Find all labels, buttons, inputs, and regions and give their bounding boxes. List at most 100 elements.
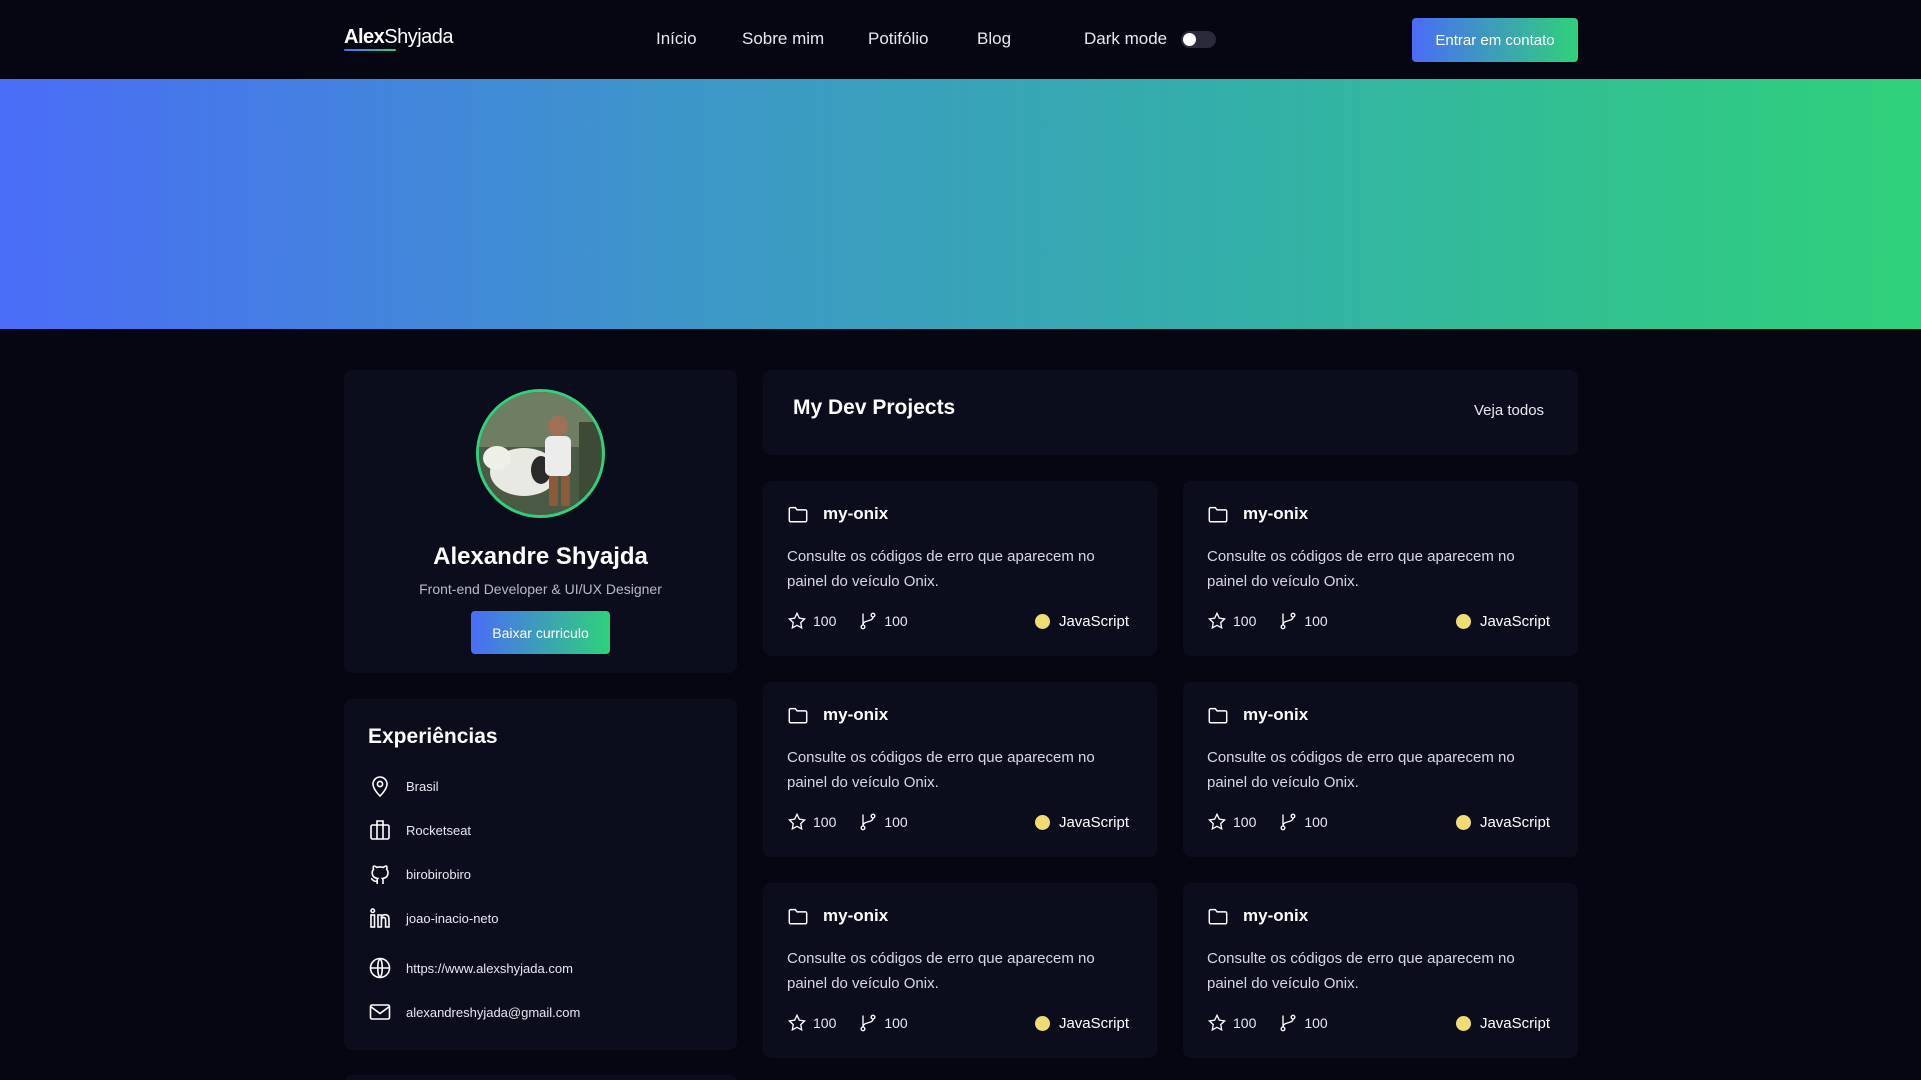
project-description: Consulte os códigos de erro que aparecem… — [787, 950, 1095, 992]
project-language: JavaScript — [1034, 613, 1129, 630]
experience-item-location: Brasil — [368, 773, 439, 799]
star-icon — [787, 611, 807, 630]
star-count: 100 — [1233, 814, 1257, 830]
language-name: JavaScript — [1479, 613, 1550, 630]
language-name: JavaScript — [1058, 814, 1129, 831]
star-count: 100 — [1233, 1015, 1257, 1031]
project-card[interactable]: my-onix Consulte os códigos de erro que … — [1183, 682, 1578, 857]
building-icon — [370, 820, 390, 840]
experiences-title: Experiências — [368, 725, 498, 748]
project-name: my-onix — [823, 705, 889, 724]
nav-blog[interactable]: Blog — [977, 29, 1011, 49]
nav-sobre-mim[interactable]: Sobre mim — [742, 29, 824, 49]
hero-banner — [0, 79, 1921, 329]
project-name: my-onix — [1243, 504, 1309, 523]
nav-portfolio[interactable]: Potifólio — [868, 29, 928, 49]
folder-icon — [1208, 908, 1228, 925]
project-stats: 100 100 — [787, 611, 930, 631]
project-card[interactable]: my-onix Consulte os códigos de erro que … — [763, 481, 1157, 656]
project-name: my-onix — [1243, 906, 1309, 925]
project-description: Consulte os códigos de erro que aparecem… — [1207, 548, 1515, 590]
fork-count: 100 — [884, 1015, 908, 1031]
star-count: 100 — [813, 613, 837, 629]
avatar — [476, 389, 605, 518]
language-color-dot — [1034, 1016, 1050, 1031]
project-title: my-onix — [787, 704, 888, 726]
project-name: my-onix — [823, 504, 889, 523]
experience-item-website[interactable]: https://www.alexshyjada.com — [368, 955, 573, 981]
projects-title: My Dev Projects — [793, 396, 956, 419]
git-branch-icon — [1280, 1014, 1296, 1032]
toggle-knob — [1183, 33, 1196, 46]
logo-underline — [344, 49, 396, 51]
logo-text-first: Alex — [344, 26, 385, 48]
language-color-dot — [1455, 614, 1471, 629]
project-stats: 100 100 — [787, 812, 930, 832]
project-description: Consulte os códigos de erro que aparecem… — [1207, 950, 1515, 992]
project-card[interactable]: my-onix Consulte os códigos de erro que … — [1183, 481, 1578, 656]
git-branch-icon — [860, 813, 876, 831]
language-color-dot — [1034, 614, 1050, 629]
project-card[interactable]: my-onix Consulte os códigos de erro que … — [763, 883, 1157, 1058]
star-icon — [1207, 1013, 1227, 1032]
language-color-dot — [1455, 1016, 1471, 1031]
experience-text: joao-inacio-neto — [406, 910, 499, 926]
star-count: 100 — [1233, 613, 1257, 629]
fork-count: 100 — [884, 613, 908, 629]
folder-icon — [788, 506, 808, 523]
experience-text: alexandreshyjada@gmail.com — [406, 1004, 581, 1020]
project-title: my-onix — [787, 503, 888, 525]
project-language: JavaScript — [1455, 1015, 1550, 1032]
profile-name: Alexandre Shyajda — [433, 543, 648, 570]
see-all-link[interactable]: Veja todos — [1474, 402, 1544, 419]
git-branch-icon — [1280, 612, 1296, 630]
project-stats: 100 100 — [1207, 611, 1350, 631]
language-color-dot — [1034, 815, 1050, 830]
experience-item-linkedin[interactable]: joao-inacio-neto — [368, 905, 499, 931]
fork-count: 100 — [884, 814, 908, 830]
profile-role: Front-end Developer & UI/UX Designer — [419, 581, 662, 597]
experience-item-email[interactable]: alexandreshyjada@gmail.com — [368, 999, 580, 1025]
location-pin-icon — [372, 776, 388, 798]
language-name: JavaScript — [1058, 1015, 1129, 1032]
nav-inicio[interactable]: Início — [656, 29, 697, 49]
project-card[interactable]: my-onix Consulte os códigos de erro que … — [763, 682, 1157, 857]
next-card — [344, 1075, 737, 1080]
folder-icon — [1208, 506, 1228, 523]
fork-count: 100 — [1304, 814, 1328, 830]
language-name: JavaScript — [1058, 613, 1129, 630]
logo-text-second: Shyjada — [384, 26, 454, 48]
git-branch-icon — [860, 612, 876, 630]
project-description: Consulte os códigos de erro que aparecem… — [1207, 749, 1515, 791]
star-icon — [1207, 611, 1227, 630]
git-branch-icon — [860, 1014, 876, 1032]
star-icon — [787, 812, 807, 831]
folder-icon — [788, 908, 808, 925]
language-name: JavaScript — [1479, 814, 1550, 831]
dark-mode-label: Dark mode — [1084, 29, 1168, 48]
folder-icon — [1208, 707, 1228, 724]
experience-item-company: Rocketseat — [368, 817, 471, 843]
top-navbar: AlexShyjada Início Sobre mim Potifólio B… — [0, 0, 1921, 79]
project-title: my-onix — [1207, 704, 1308, 726]
avatar-photo — [479, 392, 602, 515]
github-icon — [370, 865, 389, 884]
project-language: JavaScript — [1455, 814, 1550, 831]
project-name: my-onix — [1243, 705, 1309, 724]
language-color-dot — [1455, 815, 1471, 830]
project-stats: 100 100 — [787, 1013, 930, 1033]
download-cv-button[interactable]: Baixar curriculo — [471, 611, 610, 654]
star-icon — [787, 1013, 807, 1032]
project-stats: 100 100 — [1207, 812, 1350, 832]
globe-icon — [369, 957, 391, 979]
experience-text: Rocketseat — [406, 822, 472, 838]
contact-button[interactable]: Entrar em contato — [1412, 18, 1578, 62]
project-description: Consulte os códigos de erro que aparecem… — [787, 749, 1095, 791]
project-card[interactable]: my-onix Consulte os códigos de erro que … — [1183, 883, 1578, 1058]
logo[interactable]: AlexShyjada — [344, 26, 454, 49]
experience-item-github[interactable]: birobirobiro — [368, 861, 471, 887]
dark-mode-toggle[interactable] — [1181, 31, 1216, 48]
folder-icon — [788, 707, 808, 724]
mail-icon — [369, 1004, 391, 1020]
linkedin-icon — [370, 908, 390, 928]
